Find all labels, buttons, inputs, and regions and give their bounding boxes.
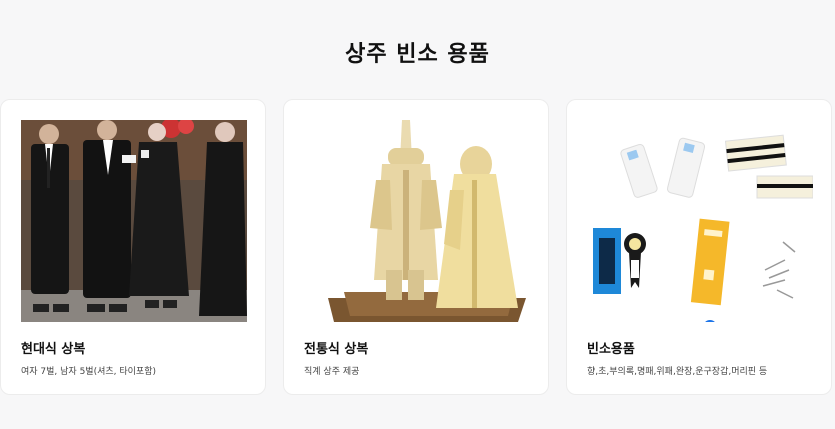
card-description: 여자 7벌, 남자 5벌(셔츠, 타이포함)	[21, 367, 157, 377]
card-title: 전통식 상복	[304, 342, 369, 357]
product-card-mortuary-supplies[interactable]: 1 2 빈소용품 향,초,부의록,명패,위패,완장,운구장갑,머리핀 등	[566, 99, 832, 395]
product-card-traditional-mourning-clothes[interactable]: 전통식 상복 직계 상주 제공	[283, 99, 549, 395]
card-description: 직계 상주 제공	[304, 367, 360, 377]
image-pagination: 1 2	[703, 320, 739, 322]
card-description: 향,초,부의록,명패,위패,완장,운구장갑,머리핀 등	[587, 367, 768, 377]
pagination-page-2[interactable]: 2	[725, 320, 739, 322]
traditional-mourning-clothes-image	[304, 120, 530, 322]
mortuary-supplies-image: 1 2	[587, 120, 813, 322]
card-title: 현대식 상복	[21, 342, 86, 357]
card-title: 빈소용품	[587, 342, 635, 357]
product-card-modern-mourning-clothes[interactable]: 현대식 상복 여자 7벌, 남자 5벌(셔츠, 타이포함)	[0, 99, 266, 395]
modern-mourning-clothes-image	[21, 120, 247, 322]
pagination-page-1[interactable]: 1	[703, 320, 717, 322]
page-title: 상주 빈소 용품	[345, 42, 490, 67]
